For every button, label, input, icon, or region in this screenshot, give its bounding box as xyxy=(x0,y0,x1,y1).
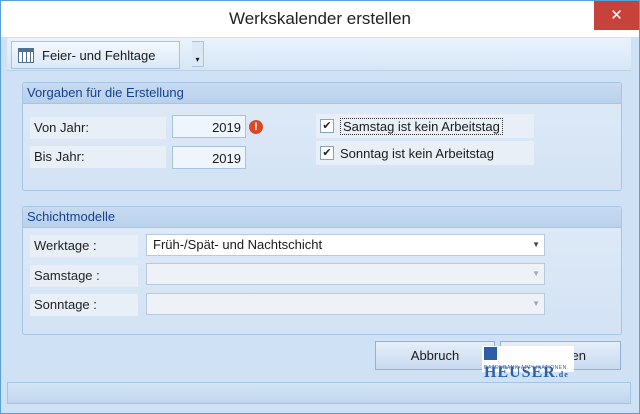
abbruch-button-label: Abbruch xyxy=(410,348,460,363)
sonntag-check-icon: ✔ xyxy=(320,146,334,160)
title-bar: Werkskalender erstellen ✕ xyxy=(1,1,639,37)
werktage-select[interactable]: Früh-/Spät- und Nachtschicht ▼ xyxy=(146,234,545,256)
sonntag-checkbox-label: Sonntag ist kein Arbeitstag xyxy=(340,145,494,161)
calendar-icon xyxy=(18,47,34,63)
samstage-label: Samstage : xyxy=(30,265,138,287)
chevron-down-icon: ▼ xyxy=(532,269,540,278)
von-jahr-input[interactable]: 2019 xyxy=(172,115,246,138)
logo-suffix: .de xyxy=(555,370,569,379)
samstag-checkbox[interactable]: ✔ Samstag ist kein Arbeitstag xyxy=(316,114,534,138)
von-jahr-label: Von Jahr: xyxy=(30,117,166,139)
sonntage-label: Sonntage : xyxy=(30,294,138,316)
samstag-checkbox-label: Samstag ist kein Arbeitstag xyxy=(340,117,503,135)
bis-jahr-input[interactable]: 2019 xyxy=(172,146,246,169)
abbruch-button[interactable]: Abbruch xyxy=(375,341,495,370)
chevron-down-icon: ▼ xyxy=(532,240,540,249)
toolbar-dropdown-arrow[interactable]: ▾ xyxy=(192,41,204,67)
werktage-select-value: Früh-/Spät- und Nachtschicht xyxy=(153,237,323,252)
feiertage-button-label: Feier- und Fehltage xyxy=(42,47,156,63)
logo-tagline: DATENBANK-APPLIKATIONEN xyxy=(484,365,567,371)
close-button[interactable]: ✕ xyxy=(594,1,639,30)
logo-mark-icon xyxy=(484,347,497,360)
sonntag-checkbox[interactable]: ✔ Sonntag ist kein Arbeitstag xyxy=(316,141,534,165)
heuser-logo: HEUSER.de DATENBANK-APPLIKATIONEN xyxy=(482,346,574,381)
bis-jahr-label: Bis Jahr: xyxy=(30,146,166,168)
samstage-select[interactable]: ▼ xyxy=(146,263,545,285)
sonntage-select[interactable]: ▼ xyxy=(146,293,545,315)
status-bar xyxy=(7,382,631,404)
werktage-label: Werktage : xyxy=(30,235,138,257)
window-title: Werkskalender erstellen xyxy=(228,9,412,28)
warning-icon: ! xyxy=(249,120,263,134)
vorgaben-group-title: Vorgaben für die Erstellung xyxy=(23,83,621,104)
chevron-down-icon: ▼ xyxy=(532,299,540,308)
toolbar: Feier- und Fehltage ▾ xyxy=(7,38,631,71)
feiertage-button[interactable]: Feier- und Fehltage xyxy=(11,41,181,69)
schichtmodelle-group-title: Schichtmodelle xyxy=(23,207,621,228)
samstag-check-icon: ✔ xyxy=(320,119,334,133)
